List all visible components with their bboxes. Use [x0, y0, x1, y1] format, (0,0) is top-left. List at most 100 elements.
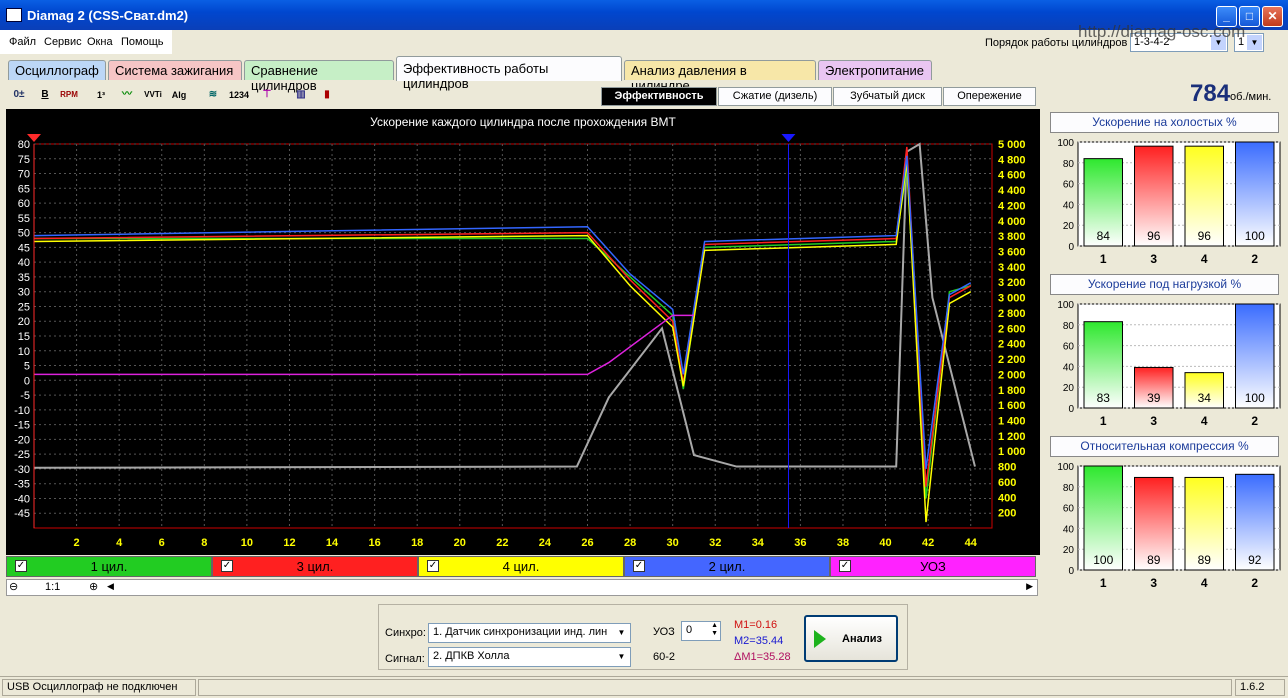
- y-tick-label: 65: [18, 183, 30, 195]
- y2-tick-label: 1 600: [998, 400, 1026, 412]
- numbering-icon[interactable]: 1³: [90, 84, 112, 106]
- menu-service[interactable]: Сервис: [44, 36, 82, 48]
- y-tick-label: 10: [18, 346, 30, 358]
- rpm-icon[interactable]: RPM: [58, 84, 80, 106]
- menu-windows[interactable]: Окна: [87, 36, 113, 48]
- y-tick-label: 40: [1063, 200, 1075, 211]
- line-graph-icon[interactable]: 〰: [116, 84, 138, 106]
- y-tick-label: 20: [18, 316, 30, 328]
- zoom-out-icon[interactable]: ⊖: [9, 580, 18, 593]
- legend-label: 2 цил.: [708, 559, 746, 574]
- subtab-label: Сжатие (дизель): [732, 90, 818, 102]
- subtab-advance[interactable]: Опережение: [943, 87, 1036, 106]
- y2-tick-label: 3 800: [998, 231, 1026, 243]
- play-icon: [814, 630, 826, 648]
- y-tick-label: 5: [24, 361, 30, 373]
- y2-tick-label: 200: [998, 508, 1016, 520]
- bar-chart-icon[interactable]: ▮: [316, 84, 338, 106]
- y-tick-label: -45: [14, 508, 30, 520]
- idle-acceleration-chart: 0 20 40 60 80 100 84 1 96 3 96 4 100 2: [1057, 138, 1281, 266]
- window-title: Diamag 2 (CSS-Сват.dm2): [27, 8, 189, 23]
- legend-cyl1[interactable]: ✓ 1 цил.: [6, 556, 212, 577]
- filter-icon[interactable]: ≋: [202, 84, 224, 106]
- bar-value-label: 92: [1248, 553, 1262, 567]
- legend-cyl3[interactable]: ✓ 3 цил.: [212, 556, 418, 577]
- y-tick-label: 35: [18, 272, 30, 284]
- efficiency-chart: Ускорение каждого цилиндра после прохожд…: [6, 109, 1040, 555]
- tab-cylinder-compare[interactable]: Сравнение цилиндров: [244, 60, 394, 93]
- y-tick-label: 60: [1063, 504, 1075, 515]
- y-tick-label: 60: [1063, 342, 1075, 353]
- tab-pressure-analysis[interactable]: Анализ давления в цилиндре: [624, 60, 816, 93]
- spinner-arrows-icon[interactable]: ▲ ▼: [711, 622, 718, 638]
- bar-value-label: 89: [1147, 553, 1161, 567]
- subtab-compression[interactable]: Сжатие (дизель): [718, 87, 832, 106]
- y-tick-label: 80: [18, 139, 30, 151]
- funnel-icon[interactable]: ⊤: [256, 84, 278, 106]
- legend-cyl2[interactable]: ✓ 2 цил.: [624, 556, 830, 577]
- y-tick-label: 20: [1063, 545, 1075, 556]
- bars-icon[interactable]: ▥: [290, 84, 312, 106]
- tab-cylinder-efficiency[interactable]: Эффективность работы цилиндров: [396, 56, 622, 91]
- signal-label: Сигнал:: [385, 653, 425, 665]
- x-tick-label: 12: [283, 537, 295, 549]
- order-icon[interactable]: 1234: [228, 84, 250, 106]
- panel-title: Относительная компрессия %: [1050, 436, 1279, 457]
- signal-select[interactable]: 2. ДПКВ Холла ▼: [428, 647, 631, 667]
- x-tick-label: 14: [326, 537, 339, 549]
- y-tick-label: 80: [1063, 483, 1075, 494]
- y2-tick-label: 3 400: [998, 262, 1026, 274]
- bar-value-label: 100: [1093, 553, 1113, 567]
- y2-tick-label: 3 000: [998, 293, 1026, 305]
- bar-value-label: 34: [1198, 391, 1212, 405]
- bar-value-label: 96: [1147, 229, 1161, 243]
- category-label: 2: [1251, 576, 1258, 590]
- x-tick-label: 4: [116, 537, 123, 549]
- category-label: 2: [1251, 252, 1258, 266]
- bar-value-label: 83: [1097, 391, 1111, 405]
- y-tick-label: -5: [20, 390, 30, 402]
- offset-icon[interactable]: 0±: [8, 84, 30, 106]
- y-tick-label: 50: [18, 228, 30, 240]
- plot-frame: [33, 143, 993, 529]
- tab-oscilloscope[interactable]: Осциллограф: [8, 60, 106, 80]
- scroll-left-icon[interactable]: ◀: [107, 581, 114, 592]
- vvti-icon[interactable]: VVTi: [142, 84, 164, 106]
- x-tick-label: 2: [74, 537, 80, 549]
- tab-label: Осциллограф: [15, 63, 99, 78]
- scroll-right-icon[interactable]: ▶: [1026, 581, 1033, 592]
- sync-select[interactable]: 1. Датчик синхронизации инд. лин ▼: [428, 623, 631, 643]
- uoz-spinner[interactable]: 0 ▲ ▼: [681, 621, 721, 641]
- bold-icon[interactable]: B: [34, 84, 56, 106]
- legend-uoz[interactable]: ✓ УОЗ: [830, 556, 1036, 577]
- panel-title: Ускорение на холостых %: [1050, 112, 1279, 133]
- menu-file[interactable]: Файл: [9, 36, 36, 48]
- x-tick-label: 30: [667, 537, 679, 549]
- analyze-label: Анализ: [842, 633, 882, 645]
- app-icon: [6, 8, 22, 22]
- y2-tick-label: 1 400: [998, 415, 1026, 427]
- close-button[interactable]: ✕: [1262, 6, 1283, 27]
- analyze-button[interactable]: Анализ: [804, 615, 898, 662]
- subtab-toothed-disk[interactable]: Зубчатый диск: [833, 87, 942, 106]
- x-tick-label: 18: [411, 537, 423, 549]
- idle-acceleration-panel: Ускорение на холостых % 0 20 40 60 80 100 84 1 9…: [1048, 110, 1282, 270]
- zoom-in-icon[interactable]: ⊕: [89, 580, 98, 593]
- legend-cyl4[interactable]: ✓ 4 цил.: [418, 556, 624, 577]
- y-tick-label: 55: [18, 213, 30, 225]
- chart-title: Ускорение каждого цилиндра после прохожд…: [370, 115, 676, 129]
- tab-ignition[interactable]: Система зажигания: [108, 60, 242, 80]
- y-tick-label: 100: [1057, 138, 1074, 149]
- algorithm-icon[interactable]: Alg: [168, 84, 190, 106]
- tab-label: Электропитание: [825, 63, 924, 78]
- chevron-down-icon: ▼: [614, 625, 629, 640]
- y2-tick-label: 4 400: [998, 185, 1026, 197]
- subtab-efficiency[interactable]: Эффективность: [601, 87, 717, 106]
- chart-svg: Ускорение каждого цилиндра после прохожд…: [14, 115, 1026, 549]
- y2-tick-label: 1 000: [998, 446, 1026, 458]
- tab-power-supply[interactable]: Электропитание: [818, 60, 932, 80]
- menu-help[interactable]: Помощь: [121, 36, 164, 48]
- y2-tick-label: 2 800: [998, 308, 1026, 320]
- teeth-config: 60-2: [653, 651, 676, 663]
- x-tick-label: 40: [879, 537, 891, 549]
